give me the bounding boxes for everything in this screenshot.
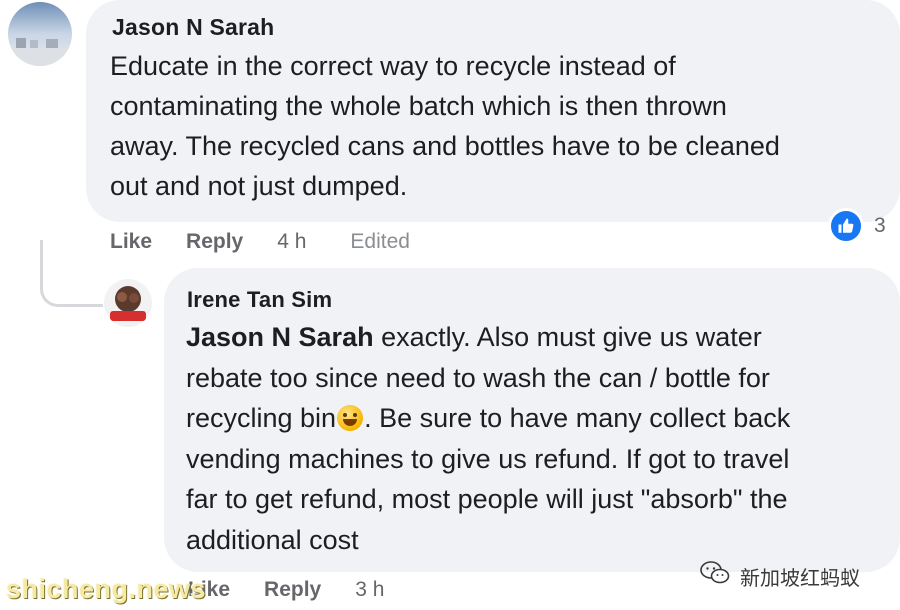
reply-text-segment: . Be sure to have many collect back <box>364 403 791 433</box>
comment-text: Educate in the correct way to recycle in… <box>110 46 880 206</box>
reply-text-line: additional cost <box>186 524 359 555</box>
comment-text-line: away. The recycled cans and bottles have… <box>110 131 780 161</box>
comment-timestamp[interactable]: 4 h <box>277 230 306 254</box>
reply-text-line: recycling bin . Be sure to have many coll… <box>186 398 886 439</box>
reply-text-line: Jason N Sarah exactly. Also must give us… <box>186 317 886 358</box>
watermark-wechat: 新加坡红蚂蚁 <box>700 560 860 592</box>
reply-text-segment: exactly. Also must give us water <box>373 322 762 352</box>
mention-link[interactable]: Jason N Sarah <box>186 322 374 352</box>
reply-timestamp[interactable]: 3 h <box>355 578 384 602</box>
reply-author-name[interactable]: Irene Tan Sim <box>187 287 332 313</box>
reaction-summary[interactable]: 3 <box>828 208 886 244</box>
reply-text-line: vending machines to give us refund. If g… <box>186 443 790 474</box>
watermark-shicheng: shicheng.news <box>6 574 207 604</box>
comment-text-line: Educate in the correct way to recycle in… <box>110 51 676 81</box>
thumbs-up-icon <box>828 208 864 244</box>
avatar-jason-n-sarah[interactable] <box>8 2 72 66</box>
reaction-count: 3 <box>874 214 886 237</box>
avatar-irene-tan-sim[interactable] <box>104 279 152 327</box>
watermark-wechat-text: 新加坡红蚂蚁 <box>740 567 860 590</box>
reply-text-line: far to get refund, most people will just… <box>186 484 788 514</box>
reply-button[interactable]: Reply <box>186 230 243 254</box>
reply-text-segment: recycling bin <box>186 403 337 433</box>
comment-author-name[interactable]: Jason N Sarah <box>112 14 274 41</box>
reply-text: Jason N Sarah exactly. Also must give us… <box>186 317 886 560</box>
wechat-icon <box>700 560 730 592</box>
edited-label[interactable]: Edited <box>350 230 410 254</box>
reply-reply-button[interactable]: Reply <box>264 578 321 602</box>
like-button[interactable]: Like <box>110 230 152 254</box>
reply-text-line: rebate too since need to wash the can / … <box>186 362 770 393</box>
grinning-sweat-emoji-icon <box>337 405 364 431</box>
comment-text-line: contaminating the whole batch which is t… <box>110 91 727 121</box>
comment-text-line: out and not just dumped. <box>110 171 408 201</box>
reply-thread-connector <box>40 240 103 307</box>
comment-actions: Like Reply 4 h Edited <box>110 230 410 254</box>
reply-actions: Like Reply 3 h <box>188 578 428 602</box>
